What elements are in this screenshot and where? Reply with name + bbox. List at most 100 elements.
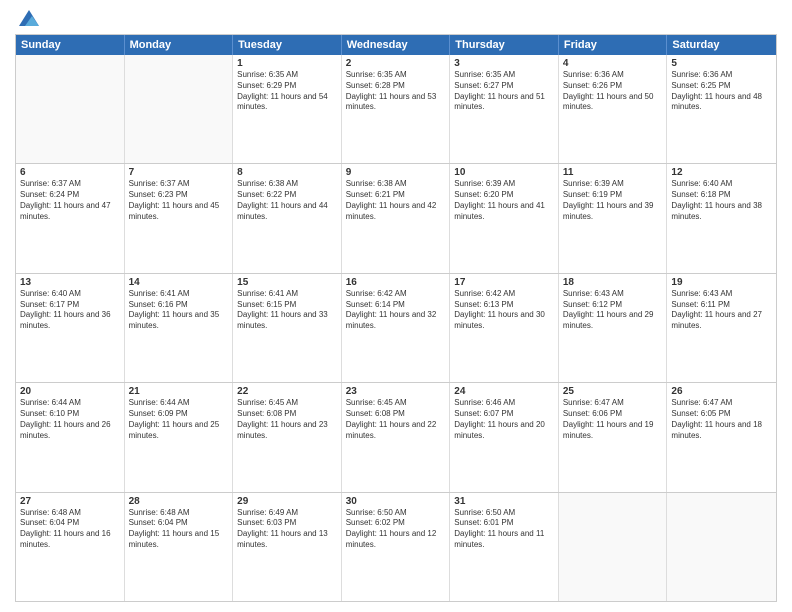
cell-info: Sunrise: 6:50 AM Sunset: 6:02 PM Dayligh… [346,508,446,551]
cell-info: Sunrise: 6:47 AM Sunset: 6:05 PM Dayligh… [671,398,772,441]
cell-info: Sunrise: 6:44 AM Sunset: 6:09 PM Dayligh… [129,398,229,441]
day-number: 24 [454,386,554,397]
cal-cell: 29Sunrise: 6:49 AM Sunset: 6:03 PM Dayli… [233,493,342,601]
logo [15,10,39,26]
cal-cell: 19Sunrise: 6:43 AM Sunset: 6:11 PM Dayli… [667,274,776,382]
cal-cell: 14Sunrise: 6:41 AM Sunset: 6:16 PM Dayli… [125,274,234,382]
cal-cell: 21Sunrise: 6:44 AM Sunset: 6:09 PM Dayli… [125,383,234,491]
cal-cell: 31Sunrise: 6:50 AM Sunset: 6:01 PM Dayli… [450,493,559,601]
cell-info: Sunrise: 6:36 AM Sunset: 6:26 PM Dayligh… [563,70,663,113]
cal-cell: 16Sunrise: 6:42 AM Sunset: 6:14 PM Dayli… [342,274,451,382]
cell-info: Sunrise: 6:35 AM Sunset: 6:29 PM Dayligh… [237,70,337,113]
cal-cell: 9Sunrise: 6:38 AM Sunset: 6:21 PM Daylig… [342,164,451,272]
day-number: 26 [671,386,772,397]
cell-info: Sunrise: 6:46 AM Sunset: 6:07 PM Dayligh… [454,398,554,441]
day-number: 19 [671,277,772,288]
day-number: 9 [346,167,446,178]
cal-cell [125,55,234,163]
cal-cell: 13Sunrise: 6:40 AM Sunset: 6:17 PM Dayli… [16,274,125,382]
day-number: 2 [346,58,446,69]
cal-cell: 27Sunrise: 6:48 AM Sunset: 6:04 PM Dayli… [16,493,125,601]
cal-cell: 18Sunrise: 6:43 AM Sunset: 6:12 PM Dayli… [559,274,668,382]
cal-cell: 22Sunrise: 6:45 AM Sunset: 6:08 PM Dayli… [233,383,342,491]
cell-info: Sunrise: 6:47 AM Sunset: 6:06 PM Dayligh… [563,398,663,441]
cal-cell: 20Sunrise: 6:44 AM Sunset: 6:10 PM Dayli… [16,383,125,491]
cell-info: Sunrise: 6:41 AM Sunset: 6:15 PM Dayligh… [237,289,337,332]
day-number: 31 [454,496,554,507]
cell-info: Sunrise: 6:40 AM Sunset: 6:18 PM Dayligh… [671,179,772,222]
cell-info: Sunrise: 6:37 AM Sunset: 6:23 PM Dayligh… [129,179,229,222]
cal-cell: 11Sunrise: 6:39 AM Sunset: 6:19 PM Dayli… [559,164,668,272]
day-number: 15 [237,277,337,288]
cell-info: Sunrise: 6:45 AM Sunset: 6:08 PM Dayligh… [237,398,337,441]
day-number: 12 [671,167,772,178]
cal-cell: 10Sunrise: 6:39 AM Sunset: 6:20 PM Dayli… [450,164,559,272]
day-number: 4 [563,58,663,69]
cell-info: Sunrise: 6:41 AM Sunset: 6:16 PM Dayligh… [129,289,229,332]
day-number: 20 [20,386,120,397]
header-day-saturday: Saturday [667,35,776,55]
cell-info: Sunrise: 6:37 AM Sunset: 6:24 PM Dayligh… [20,179,120,222]
cal-cell: 28Sunrise: 6:48 AM Sunset: 6:04 PM Dayli… [125,493,234,601]
cal-cell: 30Sunrise: 6:50 AM Sunset: 6:02 PM Dayli… [342,493,451,601]
cal-cell: 26Sunrise: 6:47 AM Sunset: 6:05 PM Dayli… [667,383,776,491]
cell-info: Sunrise: 6:48 AM Sunset: 6:04 PM Dayligh… [20,508,120,551]
cell-info: Sunrise: 6:49 AM Sunset: 6:03 PM Dayligh… [237,508,337,551]
day-number: 1 [237,58,337,69]
cal-cell [667,493,776,601]
cell-info: Sunrise: 6:36 AM Sunset: 6:25 PM Dayligh… [671,70,772,113]
cell-info: Sunrise: 6:38 AM Sunset: 6:22 PM Dayligh… [237,179,337,222]
logo-icon [19,10,39,26]
cal-cell: 15Sunrise: 6:41 AM Sunset: 6:15 PM Dayli… [233,274,342,382]
calendar: SundayMondayTuesdayWednesdayThursdayFrid… [15,34,777,602]
cal-cell: 25Sunrise: 6:47 AM Sunset: 6:06 PM Dayli… [559,383,668,491]
header-day-friday: Friday [559,35,668,55]
cal-cell: 23Sunrise: 6:45 AM Sunset: 6:08 PM Dayli… [342,383,451,491]
day-number: 7 [129,167,229,178]
calendar-row-2: 13Sunrise: 6:40 AM Sunset: 6:17 PM Dayli… [16,273,776,382]
cell-info: Sunrise: 6:39 AM Sunset: 6:20 PM Dayligh… [454,179,554,222]
header [15,10,777,26]
cal-cell: 24Sunrise: 6:46 AM Sunset: 6:07 PM Dayli… [450,383,559,491]
day-number: 29 [237,496,337,507]
cell-info: Sunrise: 6:39 AM Sunset: 6:19 PM Dayligh… [563,179,663,222]
day-number: 27 [20,496,120,507]
day-number: 3 [454,58,554,69]
day-number: 25 [563,386,663,397]
calendar-body: 1Sunrise: 6:35 AM Sunset: 6:29 PM Daylig… [16,55,776,601]
header-day-sunday: Sunday [16,35,125,55]
day-number: 22 [237,386,337,397]
calendar-header: SundayMondayTuesdayWednesdayThursdayFrid… [16,35,776,55]
calendar-row-4: 27Sunrise: 6:48 AM Sunset: 6:04 PM Dayli… [16,492,776,601]
cell-info: Sunrise: 6:44 AM Sunset: 6:10 PM Dayligh… [20,398,120,441]
day-number: 6 [20,167,120,178]
day-number: 8 [237,167,337,178]
cell-info: Sunrise: 6:43 AM Sunset: 6:12 PM Dayligh… [563,289,663,332]
day-number: 14 [129,277,229,288]
cell-info: Sunrise: 6:42 AM Sunset: 6:14 PM Dayligh… [346,289,446,332]
day-number: 16 [346,277,446,288]
cal-cell: 5Sunrise: 6:36 AM Sunset: 6:25 PM Daylig… [667,55,776,163]
cal-cell: 4Sunrise: 6:36 AM Sunset: 6:26 PM Daylig… [559,55,668,163]
day-number: 11 [563,167,663,178]
page: SundayMondayTuesdayWednesdayThursdayFrid… [0,0,792,612]
cell-info: Sunrise: 6:43 AM Sunset: 6:11 PM Dayligh… [671,289,772,332]
header-day-monday: Monday [125,35,234,55]
header-day-thursday: Thursday [450,35,559,55]
day-number: 23 [346,386,446,397]
cal-cell: 6Sunrise: 6:37 AM Sunset: 6:24 PM Daylig… [16,164,125,272]
cell-info: Sunrise: 6:40 AM Sunset: 6:17 PM Dayligh… [20,289,120,332]
cell-info: Sunrise: 6:35 AM Sunset: 6:28 PM Dayligh… [346,70,446,113]
cal-cell: 3Sunrise: 6:35 AM Sunset: 6:27 PM Daylig… [450,55,559,163]
cal-cell: 1Sunrise: 6:35 AM Sunset: 6:29 PM Daylig… [233,55,342,163]
cell-info: Sunrise: 6:45 AM Sunset: 6:08 PM Dayligh… [346,398,446,441]
cell-info: Sunrise: 6:42 AM Sunset: 6:13 PM Dayligh… [454,289,554,332]
day-number: 18 [563,277,663,288]
cal-cell [559,493,668,601]
day-number: 5 [671,58,772,69]
cal-cell: 12Sunrise: 6:40 AM Sunset: 6:18 PM Dayli… [667,164,776,272]
cal-cell: 2Sunrise: 6:35 AM Sunset: 6:28 PM Daylig… [342,55,451,163]
header-day-tuesday: Tuesday [233,35,342,55]
cal-cell [16,55,125,163]
cal-cell: 8Sunrise: 6:38 AM Sunset: 6:22 PM Daylig… [233,164,342,272]
